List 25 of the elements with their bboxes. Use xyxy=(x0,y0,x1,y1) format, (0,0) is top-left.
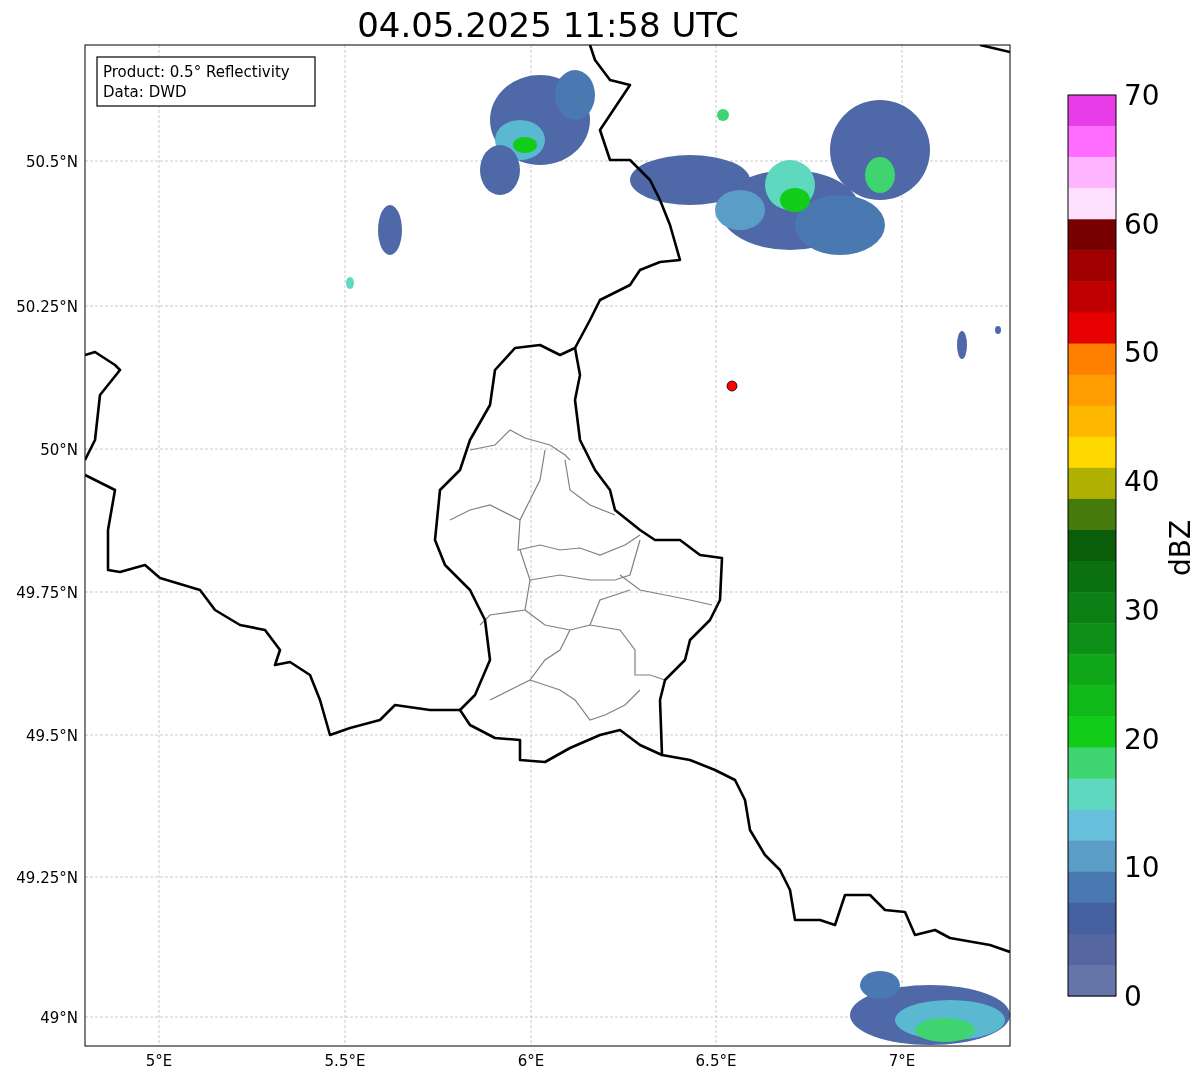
latitude-label: 49.25°N xyxy=(16,869,78,887)
longitude-label: 5.5°E xyxy=(324,1052,366,1070)
colorbar-tick-label: 70 xyxy=(1124,79,1160,112)
longitude-label: 6.5°E xyxy=(695,1052,737,1070)
station-marker xyxy=(726,380,738,392)
legend-text: Data: DWD xyxy=(103,83,187,101)
latitude-label: 50.5°N xyxy=(25,153,78,171)
longitude-label: 6°E xyxy=(517,1052,545,1070)
latitude-label: 50°N xyxy=(40,441,78,459)
colorbar-tick-label: 0 xyxy=(1124,980,1142,1013)
colorbar-tick-label: 40 xyxy=(1124,465,1160,499)
longitude-label: 5°E xyxy=(145,1052,173,1070)
latitude-label: 49.75°N xyxy=(16,584,78,602)
colorbar-tick-label: 60 xyxy=(1124,207,1160,241)
colorbar-tick-label: 20 xyxy=(1124,722,1160,756)
colorbar-tick-label: 30 xyxy=(1124,593,1160,627)
latitude-label: 49°N xyxy=(40,1009,78,1027)
latitude-label: 50.25°N xyxy=(16,298,78,316)
figure-title: 04.05.2025 11:58 UTC xyxy=(357,5,739,45)
legend-text: Product: 0.5° Reflectivity xyxy=(103,63,290,81)
colorbar-tick-label: 10 xyxy=(1124,851,1160,885)
latitude-label: 49.5°N xyxy=(25,727,78,745)
colorbar-tick-label: 50 xyxy=(1124,336,1160,370)
colorbar-axis-label: dBZ xyxy=(1164,519,1197,577)
longitude-label: 7°E xyxy=(888,1052,916,1070)
